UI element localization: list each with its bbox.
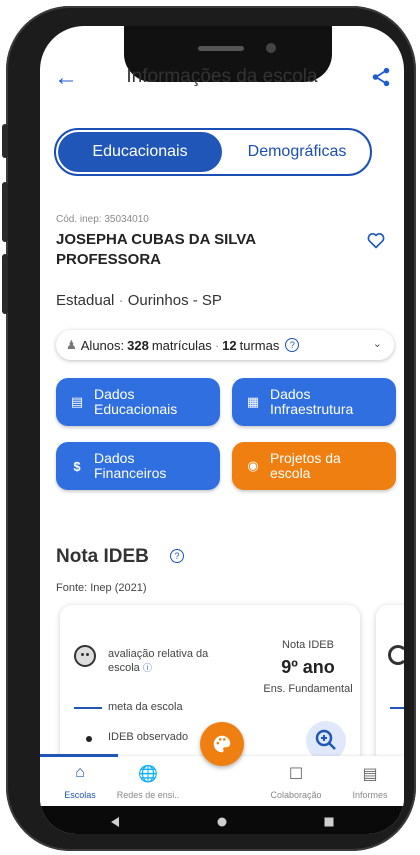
- school-city: Ourinhos - SP: [127, 292, 222, 309]
- tab-demograficas[interactable]: Demográficas: [224, 132, 370, 172]
- page-title: Informações da escola: [126, 66, 318, 87]
- tile-label-line1: Dados: [94, 386, 135, 402]
- tile-label: Projetos da escola: [270, 451, 341, 481]
- newspaper-icon: ▤: [362, 766, 378, 783]
- nav-informes[interactable]: ▤ Informes: [334, 756, 404, 806]
- tile-label: Dados Educacionais: [94, 387, 177, 417]
- palette-fab[interactable]: [200, 722, 244, 766]
- projetos-da-escola-button[interactable]: ◉ Projetos da escola: [232, 442, 396, 490]
- help-icon[interactable]: ⓘ: [143, 663, 152, 673]
- school-level: Ens. Fundamental: [263, 683, 353, 695]
- heart-icon[interactable]: [366, 230, 386, 250]
- volume-up-button: [2, 182, 8, 242]
- nav-label: Redes de ensi..: [116, 790, 180, 800]
- relative-evaluation-label: avaliação relativa da escola ⓘ: [108, 647, 238, 675]
- help-icon[interactable]: ?: [170, 549, 184, 563]
- dados-educacionais-button[interactable]: ▤ Dados Educacionais: [56, 378, 220, 426]
- home-icon: ⌂: [75, 764, 85, 781]
- relative-evaluation-text: avaliação relativa da escola: [108, 648, 209, 674]
- tile-label-line1: Dados: [270, 386, 311, 402]
- separator-dot: ·: [118, 292, 124, 309]
- tile-label-line1: Dados: [94, 450, 135, 466]
- classes-unit: turmas: [239, 337, 280, 353]
- system-recents-icon[interactable]: [324, 817, 334, 827]
- id-card-icon: ▤: [70, 394, 84, 409]
- neutral-face-icon: [74, 645, 96, 667]
- share-icon[interactable]: [370, 66, 392, 88]
- dados-infraestrutura-button[interactable]: ▦ Dados Infraestrutura: [232, 378, 396, 426]
- nav-redes-de-ensino[interactable]: 🌐 Redes de ensi..: [112, 756, 184, 806]
- observed-legend-label: IDEB observado: [108, 731, 189, 743]
- nav-colaboracao[interactable]: ☐ Colaboração: [260, 756, 332, 806]
- nav-label: Escolas: [64, 790, 96, 800]
- school-dependency: Estadual: [56, 292, 115, 309]
- meta-legend-line: [390, 707, 404, 709]
- tile-label-line2: escola: [270, 465, 311, 481]
- chat-icon: ☐: [288, 766, 304, 783]
- school-name: JOSEPHA CUBAS DA SILVA PROFESSORA: [56, 231, 256, 268]
- observed-legend-dot: [86, 736, 92, 742]
- help-icon[interactable]: ?: [285, 338, 300, 352]
- info-type-segmented-control: Educacionais Demográficas: [54, 128, 372, 176]
- tile-label-line2: Financeiros: [94, 465, 167, 481]
- ideb-card-next: [376, 605, 404, 765]
- grade-value: 9º ano: [281, 657, 335, 677]
- school-location: Estadual · Ourinhos - SP: [56, 292, 222, 309]
- meta-legend-label: meta da escola: [108, 701, 183, 713]
- ideb-source: Fonte: Inep (2021): [56, 582, 147, 594]
- system-back-icon[interactable]: [110, 817, 120, 827]
- meta-legend-line: [74, 707, 102, 709]
- tile-label-line2: Educacionais: [94, 401, 178, 417]
- students-count: 328: [127, 337, 149, 353]
- separator-dot: ·: [214, 337, 220, 353]
- ideb-title: Nota IDEB: [56, 546, 149, 567]
- tile-label-line2: Infraestrutura: [270, 401, 354, 417]
- dollar-icon: $: [73, 458, 81, 474]
- classes-count: 12: [222, 337, 237, 353]
- gauge-icon: [388, 645, 404, 665]
- volume-down-button: [2, 254, 8, 314]
- students-count-unit: matrículas: [151, 337, 212, 353]
- app-screen: ← Informações da escola Educacionais Dem…: [40, 26, 404, 834]
- system-home-icon[interactable]: [217, 817, 227, 827]
- palette-icon: ◉: [247, 458, 259, 473]
- palette-icon: [213, 735, 231, 753]
- tile-label-line1: Projetos da: [270, 450, 341, 466]
- globe-icon: 🌐: [138, 766, 158, 783]
- nav-label: Informes: [352, 790, 388, 800]
- chevron-down-icon[interactable]: ⌄: [373, 337, 382, 350]
- tab-educacionais[interactable]: Educacionais: [58, 132, 222, 172]
- tile-label: Dados Financeiros: [94, 451, 166, 481]
- users-icon: ♟: [66, 338, 77, 352]
- tile-label: Dados Infraestrutura: [270, 387, 353, 417]
- nota-ideb-label: Nota IDEB: [282, 639, 334, 651]
- students-prefix: Alunos:: [80, 337, 125, 353]
- nav-escolas[interactable]: ⌂ Escolas: [44, 756, 116, 806]
- inep-code: Cód. inep: 35034010: [56, 214, 149, 225]
- speaker: [198, 46, 244, 51]
- phone-frame: ← Informações da escola Educacionais Dem…: [2, 6, 416, 851]
- zoom-in-icon[interactable]: [306, 721, 346, 761]
- mute-switch: [2, 124, 8, 158]
- front-camera: [266, 43, 276, 53]
- top-app-bar: ← Informações da escola: [40, 64, 404, 96]
- dados-financeiros-button[interactable]: $ Dados Financeiros: [56, 442, 220, 490]
- system-navigation-bar: [40, 806, 404, 834]
- students-summary[interactable]: ♟ Alunos: 328 matrículas · 12 turmas ? ⌄: [56, 330, 394, 360]
- nav-label: Colaboração: [270, 790, 322, 800]
- building-icon: ▦: [246, 394, 260, 409]
